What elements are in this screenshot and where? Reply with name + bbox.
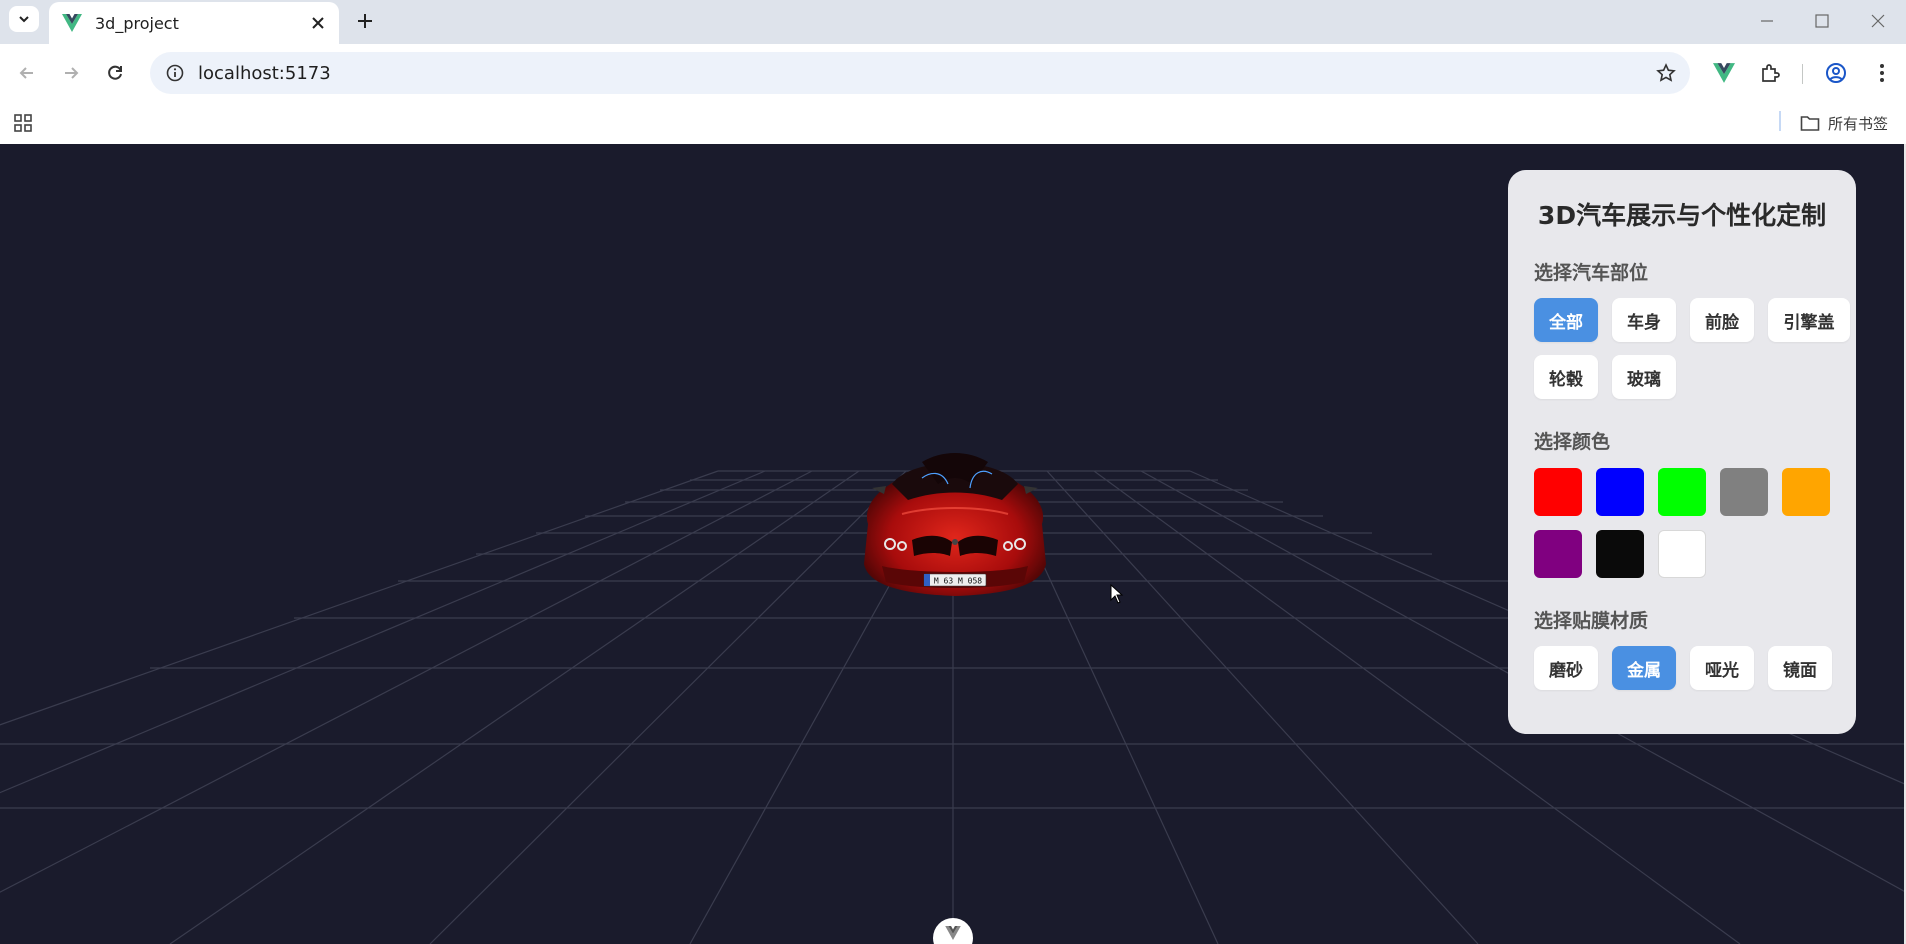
maximize-icon [1815, 14, 1829, 28]
color-swatch-orange[interactable] [1782, 468, 1830, 516]
color-swatch-gray[interactable] [1720, 468, 1768, 516]
material-button-matte[interactable]: 哑光 [1690, 646, 1754, 690]
tab-search-button[interactable] [9, 6, 39, 32]
part-button-front[interactable]: 前脸 [1690, 298, 1754, 342]
part-button-wheels[interactable]: 轮毂 [1534, 355, 1598, 399]
part-button-body[interactable]: 车身 [1612, 298, 1676, 342]
color-swatch-white[interactable] [1658, 530, 1706, 578]
tab-close-icon[interactable] [305, 10, 331, 36]
color-swatch-purple[interactable] [1534, 530, 1582, 578]
bookmark-star-icon[interactable] [1650, 57, 1682, 89]
color-swatch-blue[interactable] [1596, 468, 1644, 516]
all-bookmarks-button[interactable]: 所有书签 [1800, 108, 1888, 138]
browser-toolbar: localhost:5173 [0, 44, 1906, 102]
all-bookmarks-label: 所有书签 [1828, 114, 1889, 133]
forward-button[interactable] [55, 57, 87, 89]
apps-grid-icon[interactable] [10, 110, 36, 136]
material-button-mirror[interactable]: 镜面 [1768, 646, 1832, 690]
new-tab-button[interactable] [350, 6, 380, 36]
color-swatch-green[interactable] [1658, 468, 1706, 516]
toolbar-separator [1802, 64, 1803, 84]
panel-title: 3D汽车展示与个性化定制 [1537, 201, 1827, 230]
part-button-all[interactable]: 全部 [1534, 298, 1598, 342]
license-plate-text: M 63 M 058 [934, 577, 982, 586]
address-bar[interactable]: localhost:5173 [150, 52, 1690, 94]
browser-tab-active[interactable]: 3d_project [49, 2, 339, 44]
bookmarks-bar: 所有书签 [0, 102, 1906, 144]
back-button[interactable] [11, 57, 43, 89]
material-button-frosted[interactable]: 磨砂 [1534, 646, 1598, 690]
vue-logo-icon [61, 13, 83, 33]
extensions-puzzle-icon[interactable] [1754, 57, 1786, 89]
folder-icon [1800, 116, 1820, 131]
color-swatch-black[interactable] [1596, 530, 1644, 578]
site-info-icon[interactable] [162, 60, 188, 86]
plus-icon [358, 14, 372, 28]
reload-button[interactable] [99, 57, 131, 89]
close-icon [1871, 14, 1885, 28]
browser-titlebar: 3d_project [0, 0, 1906, 44]
tab-title: 3d_project [95, 13, 179, 33]
color-section-label: 选择颜色 [1534, 431, 1611, 453]
vue-devtools-extension-icon[interactable] [1708, 57, 1740, 89]
browser-menu-icon[interactable] [1866, 57, 1898, 89]
color-swatch-red[interactable] [1534, 468, 1582, 516]
bookmarks-separator [1779, 111, 1781, 131]
part-button-glass[interactable]: 玻璃 [1612, 355, 1676, 399]
mouse-cursor-icon [1110, 584, 1124, 604]
arrow-left-icon [19, 67, 33, 79]
minimize-button[interactable] [1747, 6, 1787, 36]
minimize-icon [1761, 20, 1773, 22]
parts-section-label: 选择汽车部位 [1534, 262, 1649, 284]
vue-logo-icon [945, 926, 961, 940]
maximize-button[interactable] [1802, 6, 1842, 36]
part-button-hood[interactable]: 引擎盖 [1768, 298, 1850, 342]
profile-avatar-icon[interactable] [1820, 57, 1852, 89]
car-model[interactable]: M 63 M 058 [852, 444, 1058, 604]
arrow-right-icon [65, 67, 79, 79]
chevron-down-icon [19, 16, 29, 23]
material-button-metallic[interactable]: 金属 [1612, 646, 1676, 690]
reload-icon [108, 65, 122, 80]
url-text[interactable]: localhost:5173 [198, 63, 1650, 84]
customization-panel: 3D汽车展示与个性化定制 选择汽车部位 全部 车身 前脸 引擎盖 轮毂 玻璃 选… [1508, 170, 1856, 734]
material-section-label: 选择贴膜材质 [1534, 610, 1649, 632]
close-window-button[interactable] [1858, 6, 1898, 36]
